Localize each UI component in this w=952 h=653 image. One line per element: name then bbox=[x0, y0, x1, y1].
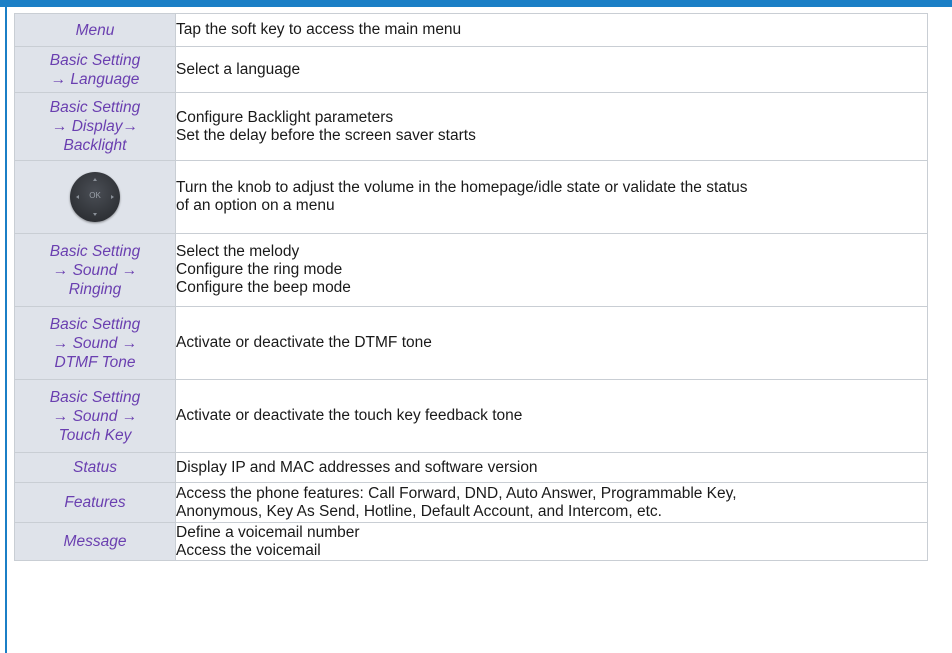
description-text: of an option on a menu bbox=[176, 197, 335, 214]
table-row: Basic Setting → Language Select a langua… bbox=[14, 46, 928, 93]
menu-path-text: Basic Setting bbox=[49, 51, 141, 69]
menu-path-cell: Menu bbox=[14, 13, 176, 47]
menu-path-text: Features bbox=[64, 494, 126, 511]
description-text: Access the voicemail bbox=[176, 541, 321, 559]
menu-path-text: Menu bbox=[75, 21, 115, 39]
description-cell: Display IP and MAC addresses and softwar… bbox=[175, 452, 928, 483]
description-text: Tap the soft key to access the main menu bbox=[176, 21, 462, 38]
description-cell: Activate or deactivate the touch key fee… bbox=[175, 379, 928, 453]
arrow-up-icon bbox=[93, 178, 97, 181]
description-text: Configure the beep mode bbox=[176, 279, 351, 296]
table-row: Message Define a voicemail number Access… bbox=[14, 522, 928, 561]
ok-navigation-knob-icon: OK bbox=[70, 172, 120, 222]
menu-path-text: → Sound → bbox=[52, 407, 138, 425]
description-text: Select a language bbox=[176, 60, 301, 78]
description-text: Configure Backlight parameters bbox=[176, 108, 394, 126]
table-row: Status Display IP and MAC addresses and … bbox=[14, 452, 928, 483]
description-cell: Define a voicemail number Access the voi… bbox=[175, 522, 928, 561]
description-text: Select the melody bbox=[176, 243, 300, 260]
menu-reference-table: Menu Tap the soft key to access the main… bbox=[14, 13, 928, 561]
menu-path-cell: Basic Setting → Sound → Touch Key bbox=[14, 379, 176, 453]
description-text: Display IP and MAC addresses and softwar… bbox=[176, 458, 538, 476]
description-text: Activate or deactivate the touch key fee… bbox=[176, 407, 523, 424]
menu-path-text: Basic Setting bbox=[49, 99, 141, 116]
menu-path-cell: Basic Setting → Language bbox=[14, 46, 176, 93]
table-row: Basic Setting → Sound → Ringing Select t… bbox=[14, 233, 928, 307]
menu-path-text: → Display→ bbox=[51, 118, 139, 135]
description-text: Set the delay before the screen saver st… bbox=[176, 126, 476, 144]
menu-path-text: Touch Key bbox=[58, 426, 132, 444]
menu-path-cell: Basic Setting → Sound → Ringing bbox=[14, 233, 176, 307]
menu-path-cell: Basic Setting → Display→ Backlight bbox=[14, 92, 176, 161]
description-cell: Tap the soft key to access the main menu bbox=[175, 13, 928, 47]
description-cell: Turn the knob to adjust the volume in th… bbox=[175, 160, 928, 234]
description-cell: Activate or deactivate the DTMF tone bbox=[175, 306, 928, 380]
table-row: Menu Tap the soft key to access the main… bbox=[14, 13, 928, 47]
menu-path-text: Basic Setting bbox=[49, 242, 141, 260]
left-margin-rule bbox=[5, 7, 7, 653]
description-text: Define a voicemail number bbox=[176, 523, 360, 541]
menu-path-cell: Status bbox=[14, 452, 176, 483]
arrow-down-icon bbox=[93, 213, 97, 216]
table-row: Basic Setting → Sound → Touch Key Activa… bbox=[14, 379, 928, 453]
description-text: Anonymous, Key As Send, Hotline, Default… bbox=[176, 502, 662, 520]
table-row: Features Access the phone features: Call… bbox=[14, 482, 928, 523]
menu-path-cell: Message bbox=[14, 522, 176, 561]
menu-path-text: → Sound → bbox=[52, 334, 138, 352]
menu-path-cell: OK bbox=[14, 160, 176, 234]
menu-path-text: Message bbox=[63, 533, 127, 550]
description-text: Turn the knob to adjust the volume in th… bbox=[176, 179, 748, 196]
description-cell: Select the melody Configure the ring mod… bbox=[175, 233, 928, 307]
menu-path-text: → Language bbox=[50, 70, 140, 88]
menu-path-text: Basic Setting bbox=[49, 388, 141, 406]
menu-path-text: Basic Setting bbox=[49, 315, 141, 333]
menu-path-text: → Sound → bbox=[52, 261, 138, 279]
menu-path-text: Status bbox=[73, 459, 117, 476]
header-accent-bar bbox=[0, 0, 952, 7]
table-row: OK Turn the knob to adjust the volume in… bbox=[14, 160, 928, 234]
table-row: Basic Setting → Sound → DTMF Tone Activa… bbox=[14, 306, 928, 380]
menu-path-cell: Basic Setting → Sound → DTMF Tone bbox=[14, 306, 176, 380]
description-text: Activate or deactivate the DTMF tone bbox=[176, 334, 432, 351]
description-cell: Select a language bbox=[175, 46, 928, 93]
table-row: Basic Setting → Display→ Backlight Confi… bbox=[14, 92, 928, 161]
description-cell: Access the phone features: Call Forward,… bbox=[175, 482, 928, 523]
menu-path-cell: Features bbox=[14, 482, 176, 523]
menu-path-text: DTMF Tone bbox=[54, 353, 136, 371]
description-text: Access the phone features: Call Forward,… bbox=[176, 484, 737, 502]
description-cell: Configure Backlight parameters Set the d… bbox=[175, 92, 928, 161]
description-text: Configure the ring mode bbox=[176, 261, 343, 278]
menu-path-text: Backlight bbox=[63, 137, 127, 154]
ok-label: OK bbox=[89, 191, 101, 200]
menu-path-text: Ringing bbox=[68, 280, 122, 298]
